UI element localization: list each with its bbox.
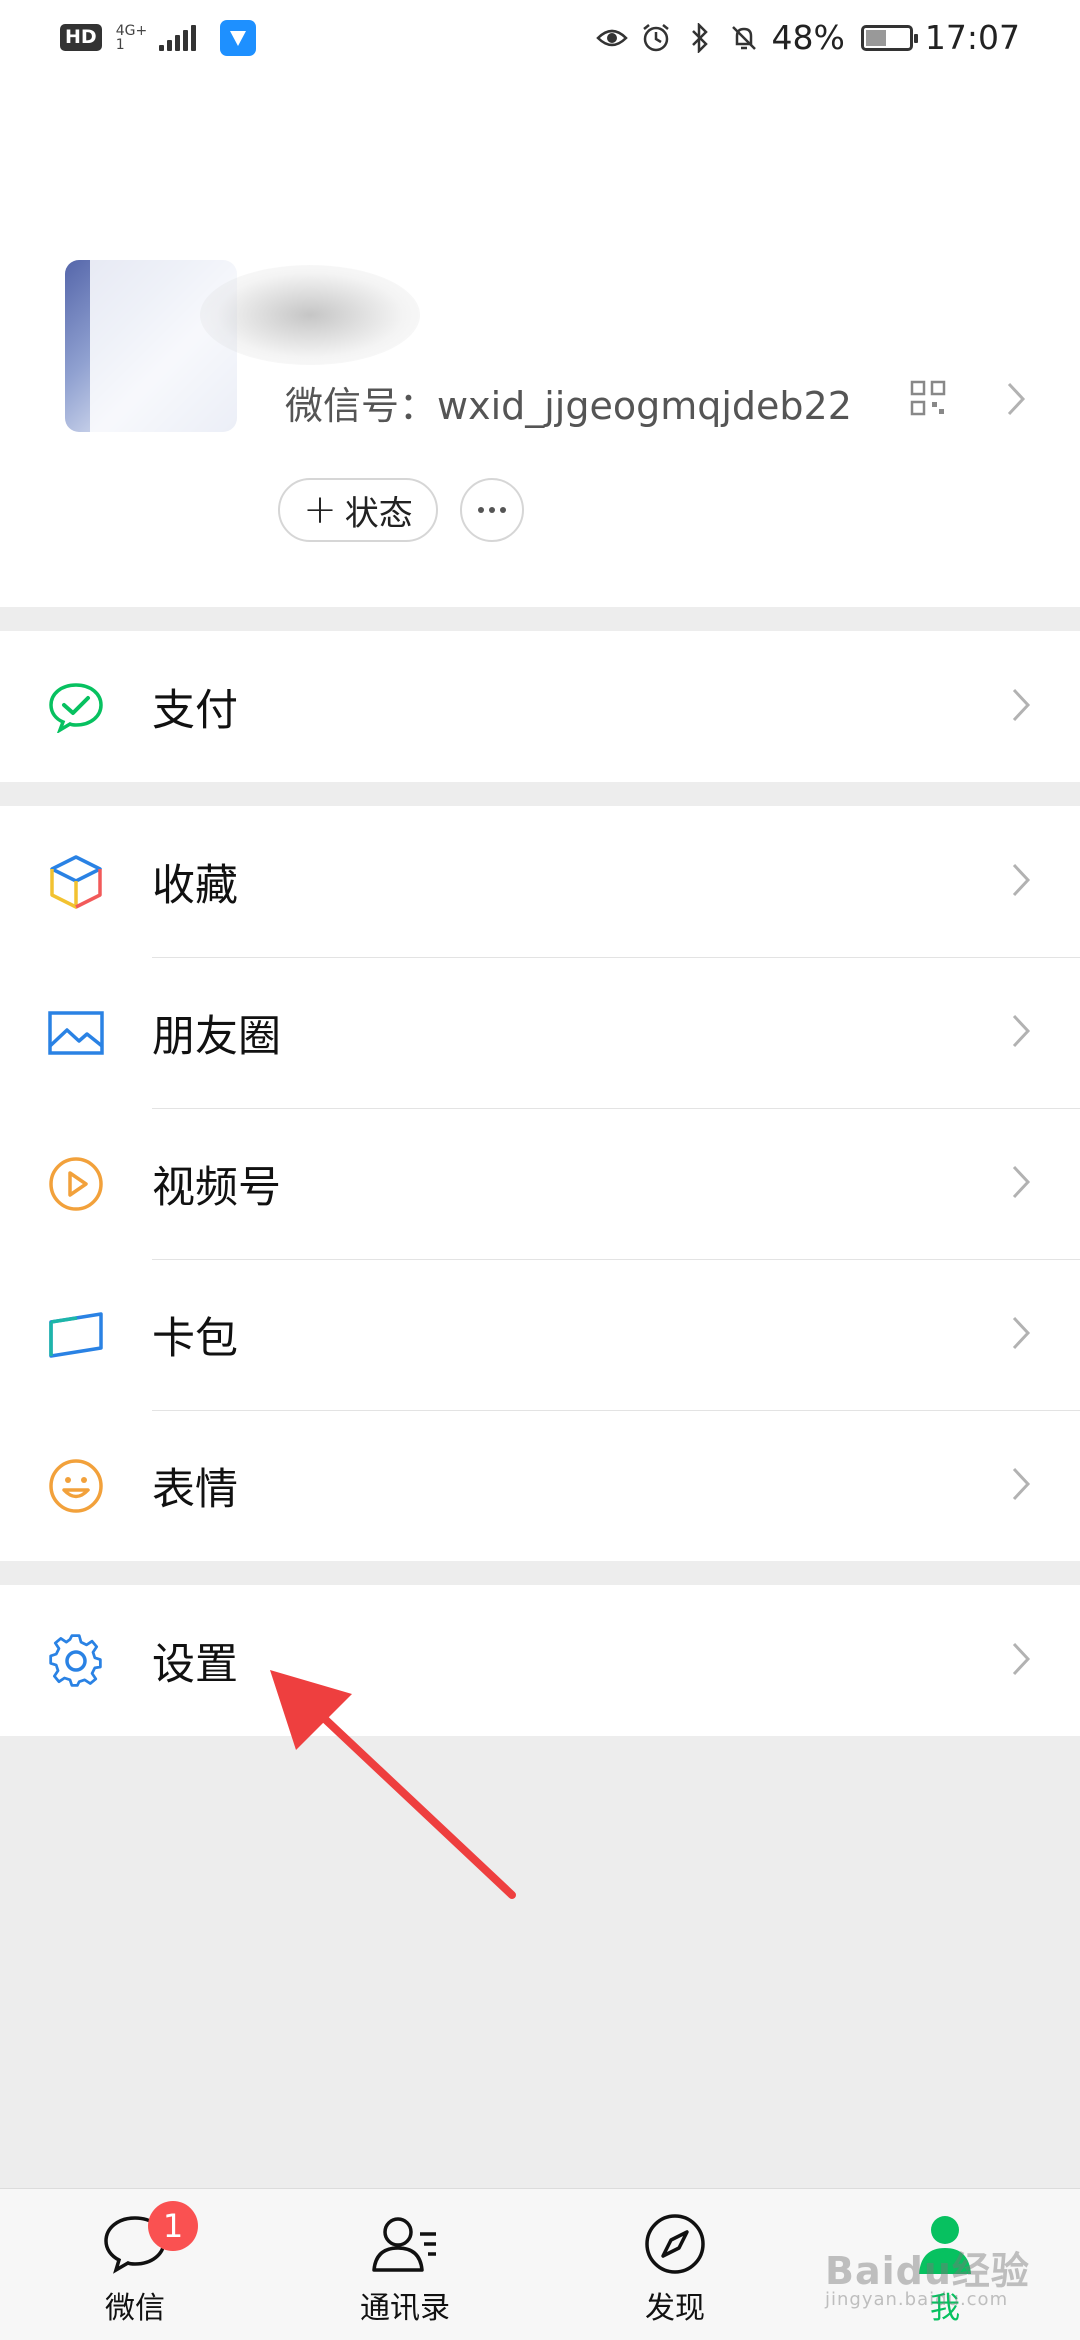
battery-level (865, 29, 887, 46)
eye-icon (595, 22, 628, 54)
battery-percent: 48% (771, 18, 845, 57)
menu-item-moments[interactable]: 朋友圈 (0, 957, 1080, 1108)
contacts-icon (370, 2209, 440, 2279)
menu-label-settings: 设置 (152, 1639, 238, 1690)
menu-item-settings[interactable]: 设置 (0, 1585, 1080, 1736)
chevron-right-icon (1010, 687, 1032, 727)
more-button[interactable] (460, 478, 524, 542)
profile-header[interactable]: 微信号：wxid_jjgeogmqjdeb22 + 状态 (0, 75, 1080, 607)
plus-icon: + (303, 487, 337, 533)
chevron-right-icon (1005, 381, 1027, 421)
tab-label-chats: 微信 (105, 2291, 165, 2326)
battery-icon (860, 24, 918, 51)
menu-label-cards: 卡包 (152, 1313, 238, 1364)
signal-icon (159, 24, 197, 51)
cube-icon (45, 851, 107, 913)
tab-discover[interactable]: 发现 (540, 2189, 810, 2340)
menu-item-stickers[interactable]: 表情 (0, 1410, 1080, 1561)
annotation-arrow (270, 1670, 516, 1899)
bluetooth-icon (684, 22, 716, 54)
unread-badge: 1 (148, 2201, 198, 2251)
menu-label-moments: 朋友圈 (152, 1011, 281, 1062)
menu-item-channels[interactable]: 视频号 (0, 1108, 1080, 1259)
notification-app-icon (220, 19, 257, 56)
menu-label-channels: 视频号 (152, 1162, 281, 1213)
photo-icon (45, 1002, 107, 1064)
network-indicator: 4G+ 1 (115, 22, 148, 53)
card-icon (45, 1304, 107, 1366)
menu-group-pay: 支付 (0, 631, 1080, 782)
menu-label-stickers: 表情 (152, 1464, 238, 1515)
hd-badge: HD (60, 24, 102, 51)
tab-chats[interactable]: 微信 1 (0, 2189, 270, 2340)
privacy-blur-blob (200, 265, 420, 365)
pay-check-icon (45, 676, 107, 738)
status-label: 状态 (344, 493, 413, 534)
chevron-right-icon (1010, 862, 1032, 902)
bell-off-icon (728, 22, 760, 54)
tab-label-discover: 发现 (645, 2291, 705, 2326)
chevron-right-icon (1010, 1164, 1032, 1204)
status-bar: HD 4G+ 1 48% 17:07 (0, 0, 1080, 75)
menu-label-favorites: 收藏 (152, 860, 238, 911)
menu-group-settings: 设置 (0, 1585, 1080, 1736)
add-status-button[interactable]: + 状态 (278, 478, 438, 542)
alarm-icon (640, 22, 672, 54)
tab-label-contacts: 通讯录 (360, 2291, 450, 2326)
clock: 17:07 (924, 18, 1020, 57)
watermark-logo: Baidu经验 jingyan.baidu.com (825, 2249, 1030, 2310)
compass-icon (640, 2209, 710, 2279)
chevron-right-icon (1010, 1641, 1032, 1681)
smile-icon (45, 1455, 107, 1517)
menu-item-pay[interactable]: 支付 (0, 631, 1080, 782)
play-circle-icon (45, 1153, 107, 1215)
menu-item-favorites[interactable]: 收藏 (0, 806, 1080, 957)
qr-code-icon[interactable] (910, 380, 946, 416)
wechat-id: 微信号：wxid_jjgeogmqjdeb22 (285, 384, 852, 428)
chevron-right-icon (1010, 1013, 1032, 1053)
gear-icon (45, 1630, 107, 1692)
menu-item-cards[interactable]: 卡包 (0, 1259, 1080, 1410)
tab-contacts[interactable]: 通讯录 (270, 2189, 540, 2340)
menu-group-main: 收藏 朋友圈 视频号 卡包 表情 (0, 806, 1080, 1561)
chevron-right-icon (1010, 1466, 1032, 1506)
menu-label-pay: 支付 (152, 685, 238, 736)
chevron-right-icon (1010, 1315, 1032, 1355)
